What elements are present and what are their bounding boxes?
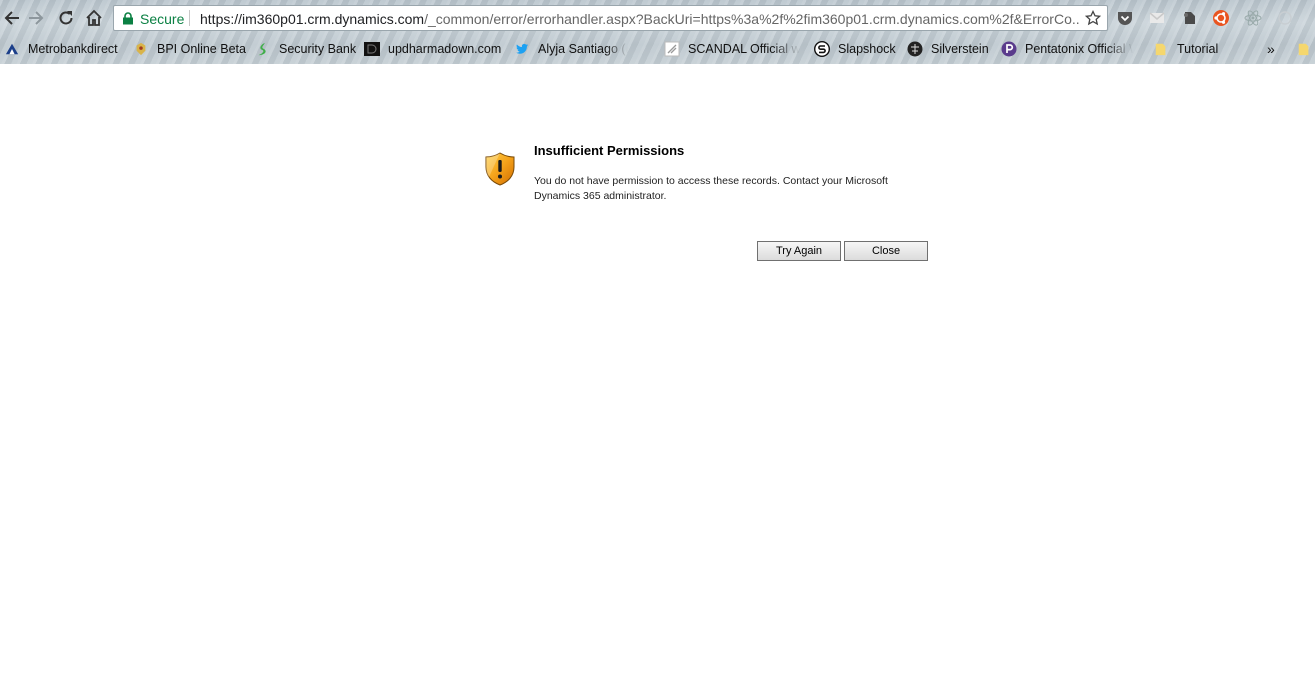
bookmark-label: Alyja Santiago (@aly [538,42,628,56]
error-message: You do not have permission to access the… [534,175,888,202]
folder-icon [1296,41,1312,57]
bookmark-label: Slapshock [838,42,896,56]
extension-icon[interactable] [1276,9,1294,27]
url-path: /_common/error/errorhandler.aspx?BackUri… [424,11,1080,27]
metrobank-icon [4,41,20,57]
ubuntu-extension-icon[interactable] [1212,9,1230,27]
error-dialog: Insufficient Permissions You do not have… [484,140,934,270]
reload-icon [59,11,73,25]
omnibox-divider [189,10,190,26]
bookmark-item[interactable]: BPI Online Beta [133,40,246,58]
address-bar[interactable]: Secure https://im360p01.crm.dynamics.com… [113,5,1108,31]
pocket-extension-icon[interactable] [1116,9,1134,27]
error-title: Insufficient Permissions [534,143,685,158]
gmail-extension-icon[interactable] [1148,9,1166,27]
bookmark-item[interactable]: Metrobankdirect [4,40,118,58]
bookmark-item[interactable]: Tutorial [1153,40,1218,58]
home-icon [86,9,102,26]
browser-chrome: Secure https://im360p01.crm.dynamics.com… [0,0,1315,64]
slapshock-icon [814,41,830,57]
back-arrow-icon [4,11,19,25]
browser-toolbar: Secure https://im360p01.crm.dynamics.com… [0,0,1315,36]
bookmark-label: SCANDAL Official we [688,42,800,56]
close-button[interactable]: Close [844,241,928,261]
scandal-icon [664,41,680,57]
silverstein-icon [907,41,923,57]
bpi-icon [133,41,149,57]
updharmadown-icon [364,41,380,57]
bookmarks-bar: Metrobankdirect BPI Online Beta Security… [0,36,1315,62]
evernote-extension-icon[interactable] [1180,9,1198,27]
bookmark-label: updharmadown.com [388,42,502,56]
forward-arrow-icon [29,11,44,25]
lock-icon [123,12,133,25]
bookmark-item[interactable]: Silverstein [907,40,989,58]
bookmarks-overflow-chevron[interactable]: » [1267,40,1275,58]
bookmark-label: Security Bank [279,42,357,56]
bookmark-item[interactable]: Pentatonix Official W [1001,40,1133,58]
pentatonix-icon [1001,41,1017,57]
bookmark-label: BPI Online Beta [157,42,246,56]
back-button[interactable] [0,6,24,30]
warning-shield-icon [485,152,515,186]
bookmark-label: Pentatonix Official W [1025,42,1133,56]
bookmark-label: Tutorial [1177,42,1219,56]
react-extension-icon[interactable] [1244,9,1262,27]
secure-label: Secure [140,11,185,27]
bookmark-item[interactable]: Alyja Santiago (@aly [514,40,628,58]
security-bank-icon [255,41,271,57]
url-host: https://im360p01.crm.dynamics.com [200,11,425,27]
twitter-icon [514,41,530,57]
forward-button[interactable] [24,6,48,30]
bookmark-item[interactable]: Slapshock [814,40,896,58]
bookmark-item[interactable]: SCANDAL Official we [664,40,800,58]
bookmark-label: Metrobankdirect [28,42,118,56]
url-text[interactable]: https://im360p01.crm.dynamics.com/_commo… [200,11,1080,27]
bookmark-item[interactable] [1296,40,1315,58]
try-again-button[interactable]: Try Again [757,241,841,261]
home-button[interactable] [82,6,106,30]
bookmark-star-icon[interactable] [1085,10,1101,26]
folder-icon [1153,41,1169,57]
bookmark-item[interactable]: Security Bank [255,40,356,58]
reload-button[interactable] [54,6,78,30]
bookmark-item[interactable]: updharmadown.com [364,40,501,58]
bookmark-label: Silverstein [931,42,989,56]
